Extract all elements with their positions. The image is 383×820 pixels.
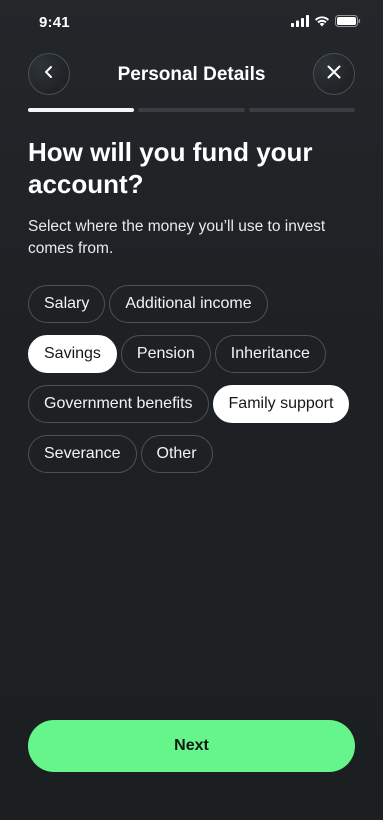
option-chip[interactable]: Government benefits [28,385,209,423]
screen: 9:41 Personal Details How will you fund … [0,0,383,820]
question-subtitle: Select where the money you’ll use to inv… [28,218,326,257]
progress-segment [138,108,245,112]
option-chip[interactable]: Savings [28,335,117,373]
battery-icon [335,15,361,27]
wifi-icon [314,15,330,27]
next-button[interactable]: Next [28,720,355,772]
funding-source-options: Salary Additional income Savings Pension Inh… [28,285,358,473]
option-chip[interactable]: Additional income [109,285,268,323]
option-chip[interactable]: Pension [120,335,211,373]
option-chip[interactable]: Other [140,435,213,473]
progress-segment [28,108,135,112]
option-chip[interactable]: Severance [28,435,137,473]
progress-segment [248,108,355,112]
status-bar: 9:41 [0,0,383,46]
status-icons [291,15,361,27]
close-button[interactable] [313,53,355,95]
option-chip[interactable]: Inheritance [214,335,326,373]
close-icon [326,64,342,85]
status-time: 9:41 [39,14,70,31]
option-chip[interactable]: Salary [28,285,106,323]
header: Personal Details [0,52,383,100]
option-chip[interactable]: Family support [212,385,350,423]
cellular-signal-icon [291,15,309,27]
question-title: How will you fund your account? [28,137,313,199]
step-progress-bar [28,108,355,112]
